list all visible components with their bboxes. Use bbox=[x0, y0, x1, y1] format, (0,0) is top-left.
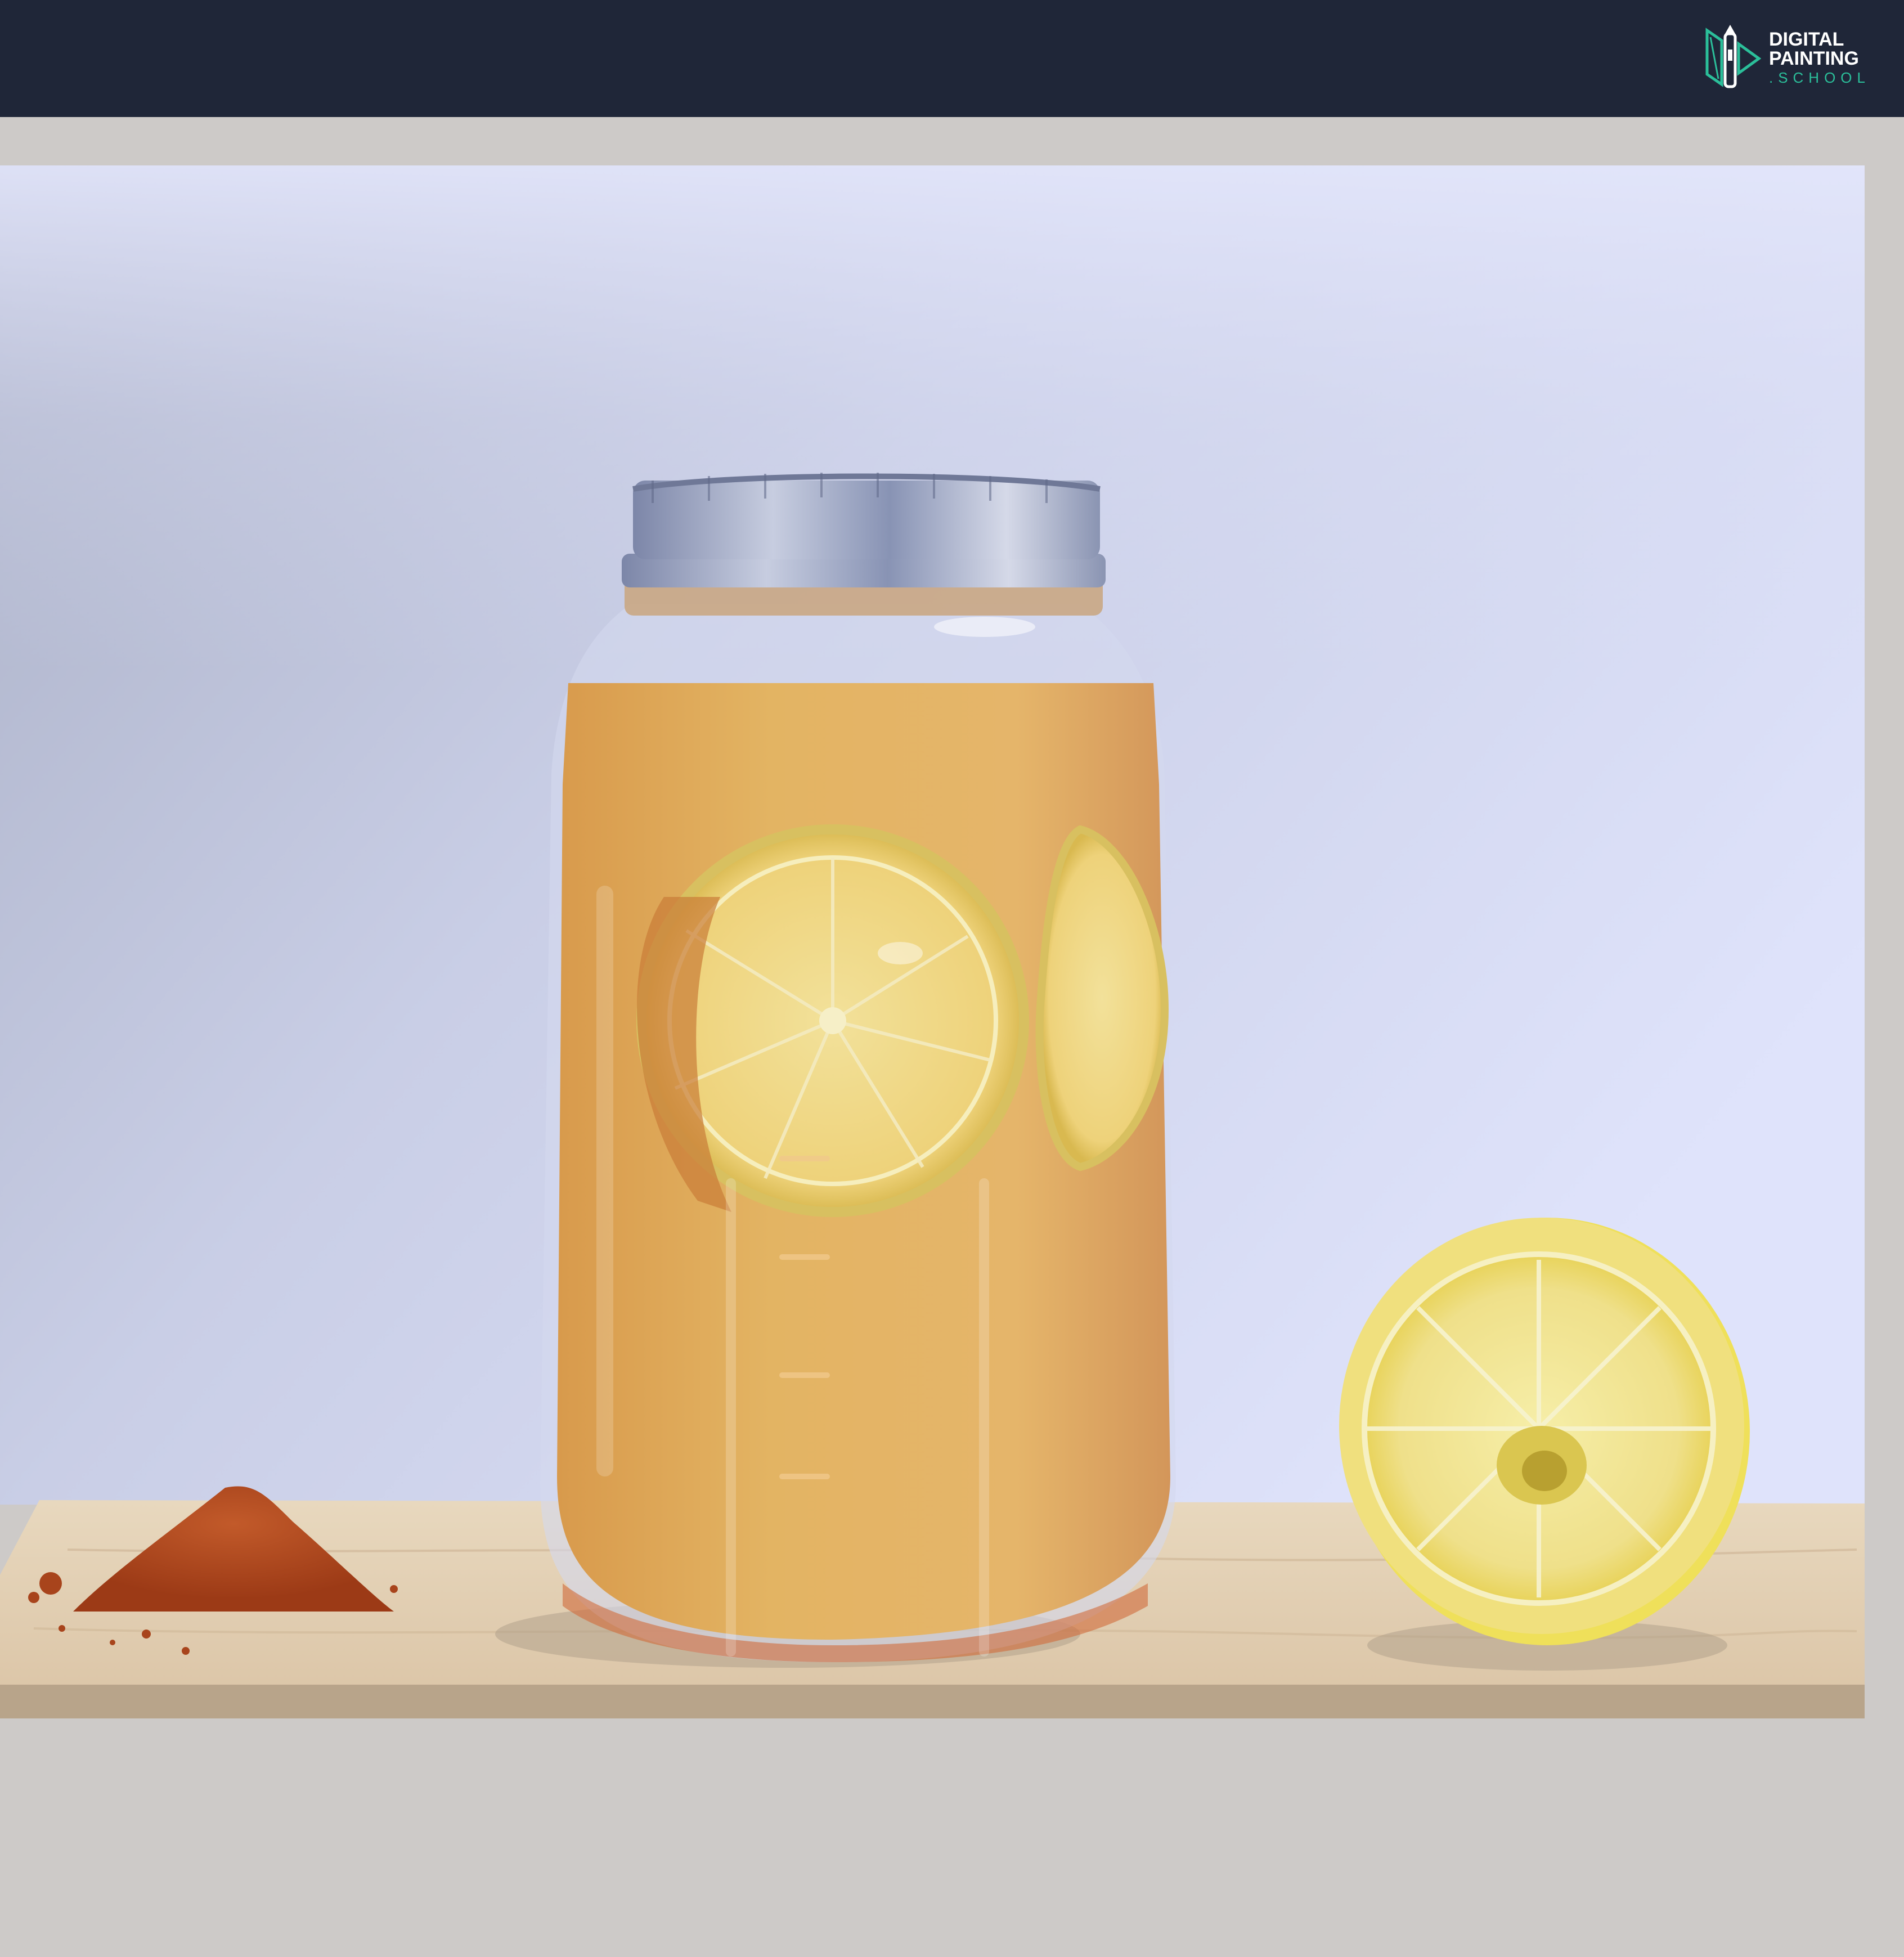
artwork-image bbox=[0, 165, 1865, 1761]
top-bar: DIGITAL PAINTING .SCHOOL bbox=[0, 0, 1904, 117]
brand-line-2: PAINTING bbox=[1768, 48, 1859, 69]
brand-logo[interactable]: DIGITAL PAINTING .SCHOOL bbox=[1705, 24, 1870, 91]
pen-nib-icon bbox=[1705, 25, 1761, 88]
artwork-canvas bbox=[0, 165, 1865, 1761]
brand-wordmark: DIGITAL PAINTING .SCHOOL bbox=[1769, 30, 1870, 85]
brand-line-3: .SCHOOL bbox=[1768, 69, 1870, 86]
brand-line-1: DIGITAL bbox=[1768, 29, 1844, 50]
